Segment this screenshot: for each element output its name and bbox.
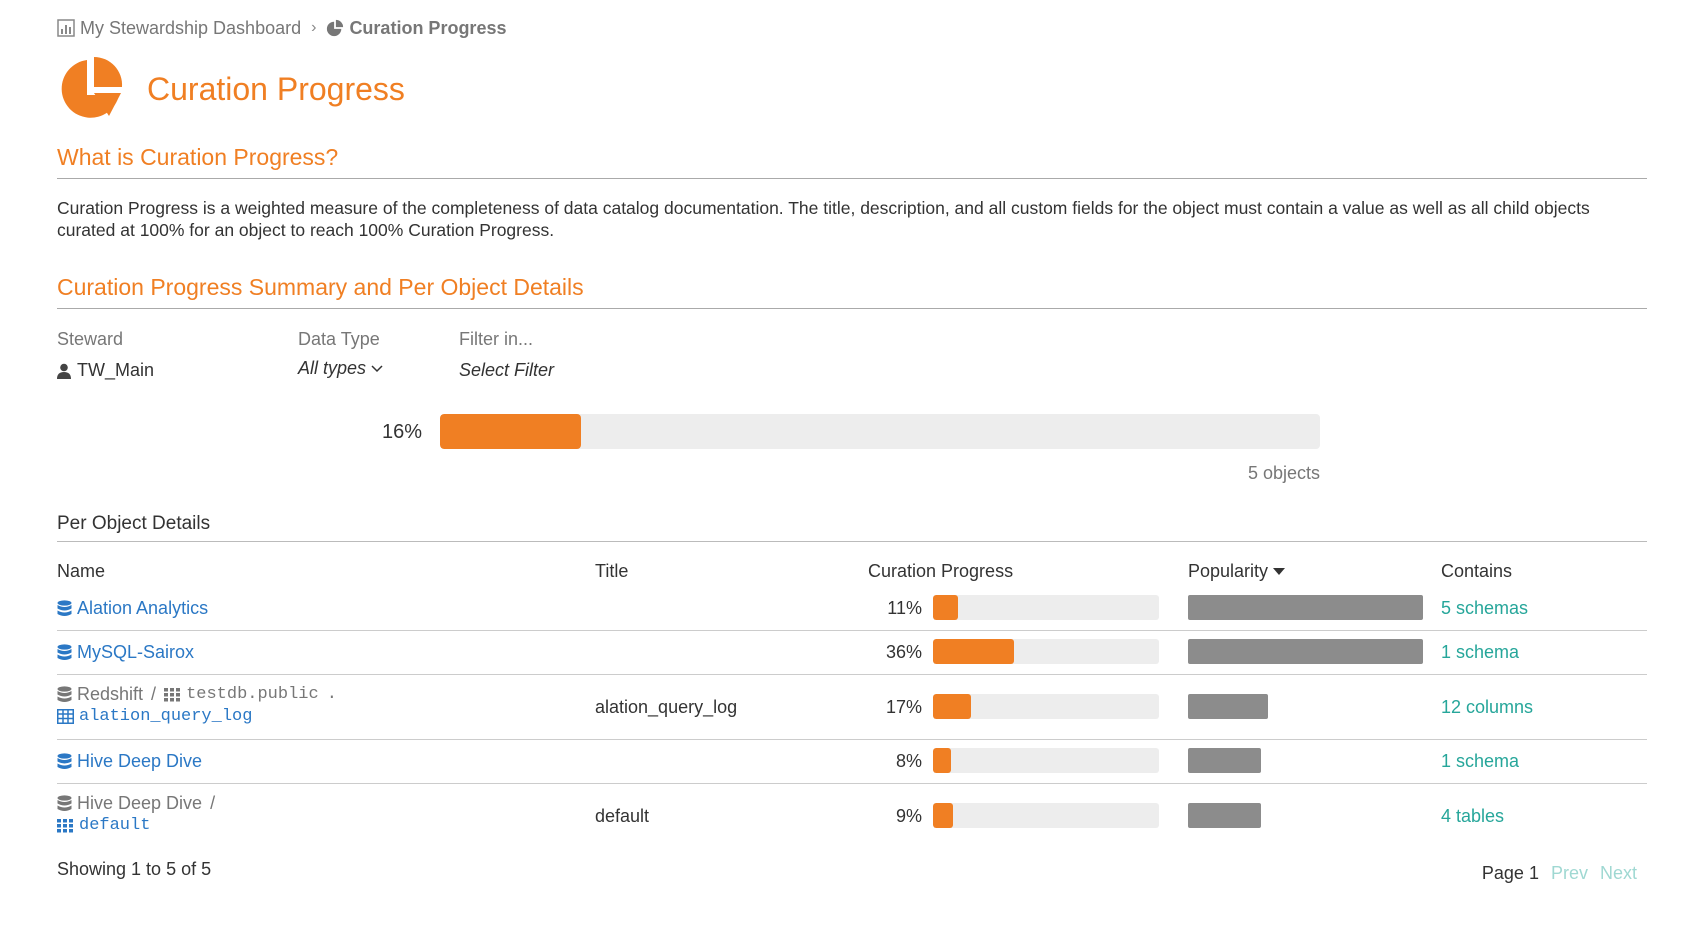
object-name: default xyxy=(79,816,151,835)
database-icon xyxy=(57,753,72,769)
path-source[interactable]: Redshift xyxy=(77,684,143,705)
progress-bar xyxy=(933,803,1159,828)
column-header-name[interactable]: Name xyxy=(57,561,105,582)
object-name-link[interactable]: MySQL-Sairox xyxy=(57,642,194,663)
progress-fill xyxy=(933,639,1015,664)
progress-fill xyxy=(933,803,954,828)
table-icon xyxy=(57,709,74,724)
steward-label: Steward xyxy=(57,329,124,349)
table-row: MySQL-Sairox 36% 1 schema xyxy=(57,631,1647,675)
dashboard-icon xyxy=(57,19,75,37)
table-row: Hive Deep Dive / default default 9% 4 ta… xyxy=(57,784,1647,849)
progress-percent: 36% xyxy=(885,642,922,662)
breadcrumb-dashboard-link[interactable]: My Stewardship Dashboard xyxy=(57,18,301,39)
contains-link[interactable]: 1 schema xyxy=(1441,642,1519,663)
page-title: Curation Progress xyxy=(147,70,405,107)
database-icon xyxy=(57,686,72,702)
object-name-link[interactable]: Hive Deep Dive xyxy=(57,751,202,772)
chevron-down-icon xyxy=(371,364,383,372)
objects-count: 5 objects xyxy=(1247,463,1320,483)
path-schema[interactable]: testdb.public xyxy=(186,685,319,704)
showing-count: Showing 1 to 5 of 5 xyxy=(57,859,212,879)
progress-percent: 8% xyxy=(895,751,922,771)
path-separator: / xyxy=(210,793,216,813)
what-section-title: What is Curation Progress? xyxy=(57,144,1647,179)
progress-bar xyxy=(933,595,1159,620)
popularity-bar xyxy=(1188,803,1261,828)
datatype-value: All types xyxy=(298,358,367,378)
breadcrumb-current-label: Curation Progress xyxy=(349,17,507,38)
progress-percent: 11% xyxy=(887,598,922,618)
next-button[interactable]: Next xyxy=(1600,863,1637,884)
column-header-popularity[interactable]: Popularity xyxy=(1188,561,1286,582)
popularity-header-label: Popularity xyxy=(1188,561,1269,581)
popularity-bar xyxy=(1188,748,1261,773)
contains-link[interactable]: 12 columns xyxy=(1441,697,1533,718)
object-name: alation_query_log xyxy=(79,707,253,726)
popularity-bar xyxy=(1188,694,1268,719)
progress-fill xyxy=(933,748,952,773)
contains-link[interactable]: 1 schema xyxy=(1441,751,1519,772)
page-header: Curation Progress xyxy=(57,56,405,122)
object-path: Hive Deep Dive / xyxy=(57,793,223,814)
schema-icon xyxy=(164,687,181,701)
path-separator: / xyxy=(151,684,157,704)
object-name-link[interactable]: default xyxy=(57,816,223,835)
sort-desc-icon xyxy=(1273,568,1286,575)
table-row: Hive Deep Dive 8% 1 schema xyxy=(57,740,1647,784)
breadcrumb: My Stewardship Dashboard › Curation Prog… xyxy=(57,16,506,40)
what-section-description: Curation Progress is a weighted measure … xyxy=(57,198,1590,240)
datatype-label: Data Type xyxy=(298,329,380,349)
progress-percent: 17% xyxy=(885,697,922,717)
overall-progress-fill xyxy=(440,414,581,449)
progress-percent: 9% xyxy=(895,806,922,826)
progress-bar xyxy=(933,748,1159,773)
summary-section-title: Curation Progress Summary and Per Object… xyxy=(57,274,1647,309)
steward-filter[interactable]: TW_Main xyxy=(57,360,154,381)
path-dot: . xyxy=(326,685,337,704)
page-number: Page 1 xyxy=(1481,863,1539,883)
object-name: MySQL-Sairox xyxy=(77,642,195,662)
object-name-link[interactable]: alation_query_log xyxy=(57,707,337,726)
filterin-label: Filter in... xyxy=(459,329,534,349)
path-source[interactable]: Hive Deep Dive xyxy=(77,793,202,814)
progress-bar xyxy=(933,694,1159,719)
pie-chart-icon xyxy=(61,56,123,118)
contains-link[interactable]: 5 schemas xyxy=(1441,598,1528,619)
table-row: Redshift / testdb.public . alation_query… xyxy=(57,675,1647,740)
breadcrumb-current: Curation Progress xyxy=(326,18,506,39)
popularity-bar xyxy=(1188,595,1423,620)
select-filter[interactable]: Select Filter xyxy=(459,360,554,381)
object-name-link[interactable]: Alation Analytics xyxy=(57,598,208,619)
object-name: Hive Deep Dive xyxy=(77,751,203,771)
column-header-progress[interactable]: Curation Progress xyxy=(868,561,1013,582)
overall-progress-bar xyxy=(440,414,1320,449)
database-icon xyxy=(57,644,72,660)
user-icon xyxy=(57,363,71,379)
datatype-dropdown[interactable]: All types xyxy=(298,358,383,379)
pagination: Page 1 Prev Next xyxy=(1482,863,1637,884)
column-header-title[interactable]: Title xyxy=(595,561,628,582)
database-icon xyxy=(57,600,72,616)
pie-chart-icon xyxy=(327,19,344,37)
contains-link[interactable]: 4 tables xyxy=(1441,806,1504,827)
overall-progress-percent: 16% xyxy=(382,421,423,443)
progress-fill xyxy=(933,694,972,719)
object-title: alation_query_log xyxy=(595,697,738,717)
schema-icon xyxy=(57,818,73,832)
breadcrumb-dashboard-label: My Stewardship Dashboard xyxy=(80,17,302,38)
database-icon xyxy=(57,795,72,811)
chevron-right-icon: › xyxy=(311,19,317,36)
popularity-bar xyxy=(1188,639,1423,664)
progress-bar xyxy=(933,639,1159,664)
steward-value: TW_Main xyxy=(77,360,155,380)
table-row: Alation Analytics 11% 5 schemas xyxy=(57,587,1647,631)
object-path: Redshift / testdb.public . xyxy=(57,684,337,705)
per-object-details-title: Per Object Details xyxy=(57,513,1647,542)
prev-button[interactable]: Prev xyxy=(1551,863,1588,884)
progress-fill xyxy=(933,595,958,620)
object-title: default xyxy=(595,806,650,826)
object-name: Alation Analytics xyxy=(77,598,209,618)
column-header-contains[interactable]: Contains xyxy=(1441,561,1512,582)
